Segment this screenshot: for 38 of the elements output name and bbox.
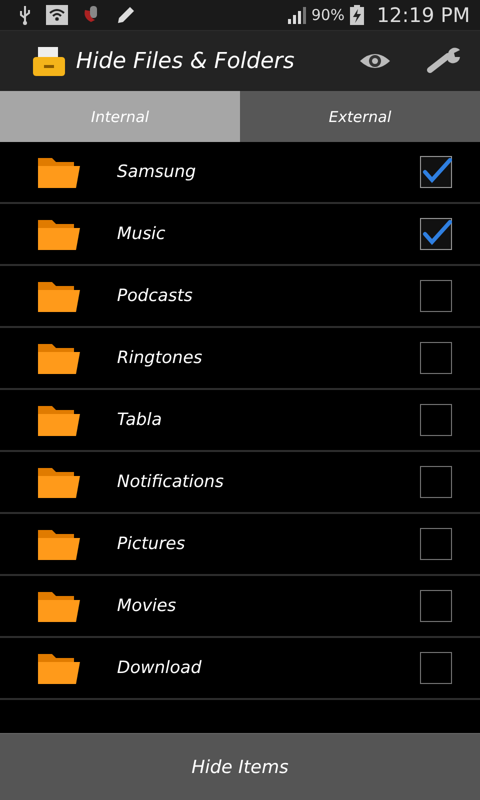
checkbox[interactable] xyxy=(420,652,452,684)
checkbox[interactable] xyxy=(420,404,452,436)
wifi-icon xyxy=(46,5,68,25)
folder-name: Download xyxy=(117,658,203,678)
folder-icon xyxy=(38,590,80,622)
folder-name: Movies xyxy=(117,596,178,616)
checkbox[interactable] xyxy=(420,156,452,188)
drawer-icon xyxy=(32,45,66,77)
folder-icon xyxy=(38,652,80,684)
folder-name: Music xyxy=(117,224,166,244)
folder-icon xyxy=(38,280,80,312)
checkbox[interactable] xyxy=(420,342,452,374)
folder-name: Podcasts xyxy=(117,286,194,306)
folder-icon xyxy=(38,218,80,250)
folder-icon xyxy=(38,342,80,374)
hide-items-button[interactable]: Hide Items xyxy=(0,733,480,800)
tab[interactable]: External xyxy=(240,91,480,142)
checkbox[interactable] xyxy=(420,466,452,498)
checkbox[interactable] xyxy=(420,218,452,250)
folder-name: Pictures xyxy=(117,534,186,554)
folder-icon xyxy=(38,466,80,498)
pencil-icon xyxy=(116,5,136,25)
checkbox[interactable] xyxy=(420,590,452,622)
folder-name: Tabla xyxy=(117,410,163,430)
clock: 12:19 PM xyxy=(376,3,470,27)
folder-icon xyxy=(38,156,80,188)
folder-icon xyxy=(38,404,80,436)
checkbox[interactable] xyxy=(420,280,452,312)
folder-icon xyxy=(38,528,80,560)
battery-percent: 90% xyxy=(311,6,345,24)
checkbox[interactable] xyxy=(420,528,452,560)
usb-icon xyxy=(18,5,32,25)
battery-icon xyxy=(350,5,364,25)
app-title: Hide Files & Folders xyxy=(76,48,296,74)
folder-name: Notifications xyxy=(117,472,225,492)
folder-name: Ringtones xyxy=(117,348,204,368)
signal-icon xyxy=(288,6,306,24)
folder-name: Samsung xyxy=(117,162,197,182)
